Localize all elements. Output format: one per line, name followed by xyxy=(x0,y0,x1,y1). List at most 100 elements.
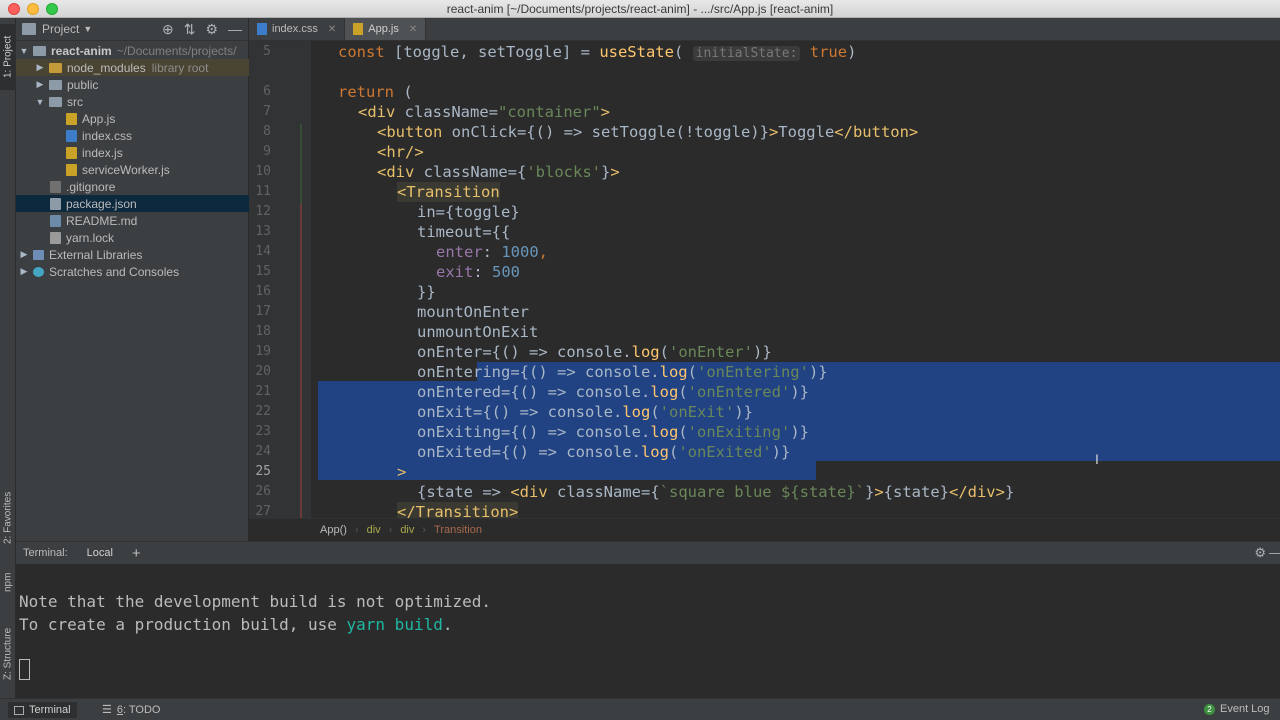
terminal-output[interactable]: Note that the development build is not o… xyxy=(19,590,491,636)
code-text: ( xyxy=(659,343,669,361)
event-log-button[interactable]: 2 Event Log xyxy=(1204,703,1270,715)
code-text: ( xyxy=(687,363,697,381)
breadcrumb-item[interactable]: Transition xyxy=(434,524,482,536)
code-text: )} xyxy=(790,423,809,441)
terminal-line: To create a production build, use yarn b… xyxy=(19,613,491,636)
npm-tool-tab[interactable]: npm xyxy=(0,563,16,601)
code-tag: <button xyxy=(377,123,452,141)
tree-item-app-js[interactable]: App.js xyxy=(16,110,249,127)
tree-item-gitignore[interactable]: .gitignore xyxy=(16,178,249,195)
code-tag: <div xyxy=(358,103,405,121)
tree-label: public xyxy=(67,77,99,92)
breadcrumb-item[interactable]: div xyxy=(367,524,381,536)
folder-icon xyxy=(33,45,46,56)
tree-item-public[interactable]: ▶ public xyxy=(16,76,249,93)
code-text: ={() => console. xyxy=(510,363,660,381)
tree-item-package-json[interactable]: package.json xyxy=(16,195,249,212)
selection-highlight xyxy=(318,461,816,480)
folder-icon xyxy=(49,62,62,73)
close-tab-icon[interactable]: ✕ xyxy=(328,24,336,35)
todo-tool-button[interactable]: ☰ 6: TODO xyxy=(102,703,161,717)
tree-item-serviceworker-js[interactable]: serviceWorker.js xyxy=(16,161,249,178)
code-text: } xyxy=(1004,483,1015,501)
locate-target-icon[interactable]: ⊕ xyxy=(162,21,174,38)
gear-icon[interactable]: ⚙ xyxy=(205,21,218,38)
code-function: log xyxy=(650,383,679,401)
code-number: 1000 xyxy=(501,243,539,261)
hide-panel-icon[interactable]: — xyxy=(228,21,242,38)
add-terminal-button[interactable]: + xyxy=(132,545,141,562)
code-text: ( xyxy=(673,43,684,61)
favorites-tool-tab[interactable]: 2: Favorites xyxy=(0,476,16,560)
hide-panel-icon[interactable]: — xyxy=(1269,545,1280,560)
tree-item-src[interactable]: ▼ src xyxy=(16,93,249,110)
tree-item-scratches[interactable]: ▶ Scratches and Consoles xyxy=(16,263,249,280)
js-file-icon xyxy=(353,23,364,35)
code-line-16: exit: 500 xyxy=(436,262,520,282)
collapsed-arrow-icon[interactable]: ▶ xyxy=(34,79,46,90)
event-count-badge: 2 xyxy=(1204,703,1215,715)
tree-item-readme[interactable]: README.md xyxy=(16,212,249,229)
tab-index-css[interactable]: index.css ✕ xyxy=(249,18,346,40)
code-text: ={() => console. xyxy=(501,383,651,401)
code-text: : xyxy=(482,243,502,261)
css-file-icon xyxy=(257,23,267,35)
code-line-15: enter: 1000, xyxy=(436,242,548,262)
code-text: ( xyxy=(668,443,679,461)
js-file-icon xyxy=(66,112,77,125)
expanded-arrow-icon[interactable]: ▼ xyxy=(34,97,46,107)
tree-label: index.css xyxy=(82,128,133,143)
left-tool-strip: 1: Project 2: Favorites npm Z: Structure xyxy=(0,18,16,698)
close-tab-icon[interactable]: ✕ xyxy=(409,24,417,35)
yarn-file-icon xyxy=(50,231,61,244)
code-function: log xyxy=(640,443,669,461)
breadcrumb: App() › div › div › Transition xyxy=(249,518,1280,541)
code-line-26: > xyxy=(397,463,407,481)
tree-label: External Libraries xyxy=(49,247,143,262)
tree-item-node-modules[interactable]: ▶ node_modules library root xyxy=(16,59,249,76)
todo-label: : TODO xyxy=(123,703,161,716)
tab-app-js[interactable]: App.js ✕ xyxy=(345,18,427,40)
structure-tool-tab[interactable]: Z: Structure xyxy=(0,616,16,692)
collapsed-arrow-icon[interactable]: ▶ xyxy=(34,62,46,73)
code-string: 'onEntered' xyxy=(687,383,791,401)
library-root-label: library root xyxy=(151,60,209,75)
terminal-tab-local[interactable]: Local xyxy=(82,547,118,559)
code-text: : xyxy=(473,263,492,281)
code-line-20: onEnter={() => console.log('onEnter')} xyxy=(417,342,772,362)
gear-icon[interactable]: ⚙ xyxy=(1254,545,1266,561)
tree-item-index-css[interactable]: index.css xyxy=(16,127,249,144)
code-attr: onExit xyxy=(417,403,473,421)
code-line-11: <div className={'blocks'}> xyxy=(377,162,620,182)
library-icon xyxy=(33,249,44,260)
code-text: ={() => console. xyxy=(473,403,623,421)
tab-label: App.js xyxy=(368,23,399,35)
expanded-arrow-icon[interactable]: ▼ xyxy=(18,46,30,56)
tree-item-index-js[interactable]: index.js xyxy=(16,144,249,161)
code-attr: className={ xyxy=(557,483,660,501)
tree-label: index.js xyxy=(82,145,123,160)
collapsed-arrow-icon[interactable]: ▶ xyxy=(18,266,30,277)
collapsed-arrow-icon[interactable]: ▶ xyxy=(18,249,30,260)
code-text: {state => xyxy=(417,483,511,501)
code-area[interactable]: const [toggle, setToggle] = useState( in… xyxy=(249,41,1280,518)
chevron-right-icon: › xyxy=(354,524,359,536)
collapse-all-icon[interactable]: ⇅ xyxy=(184,21,196,38)
code-text: )} xyxy=(752,343,772,361)
code-function: log xyxy=(650,423,679,441)
tree-item-yarn-lock[interactable]: yarn.lock xyxy=(16,229,249,246)
project-view-selector[interactable]: Project xyxy=(42,22,79,36)
code-tag: <div xyxy=(510,483,557,501)
breadcrumb-item[interactable]: div xyxy=(400,524,414,536)
code-tag: </div> xyxy=(948,483,1005,501)
tree-label: react-anim xyxy=(51,43,112,58)
tree-item-external-libraries[interactable]: ▶ External Libraries xyxy=(16,246,249,263)
terminal-tool-button[interactable]: Terminal xyxy=(8,702,77,718)
tree-item-react-anim[interactable]: ▼ react-anim ~/Documents/projects/ xyxy=(16,42,249,59)
chevron-down-icon[interactable]: ▼ xyxy=(83,24,92,34)
chevron-right-icon: › xyxy=(388,524,393,536)
terminal-panel: Terminal: Local + ⚙ — Note that the deve… xyxy=(16,541,1280,698)
breadcrumb-item[interactable]: App() xyxy=(320,524,347,536)
project-tool-tab[interactable]: 1: Project xyxy=(0,24,16,90)
code-attr: className= xyxy=(404,103,498,121)
